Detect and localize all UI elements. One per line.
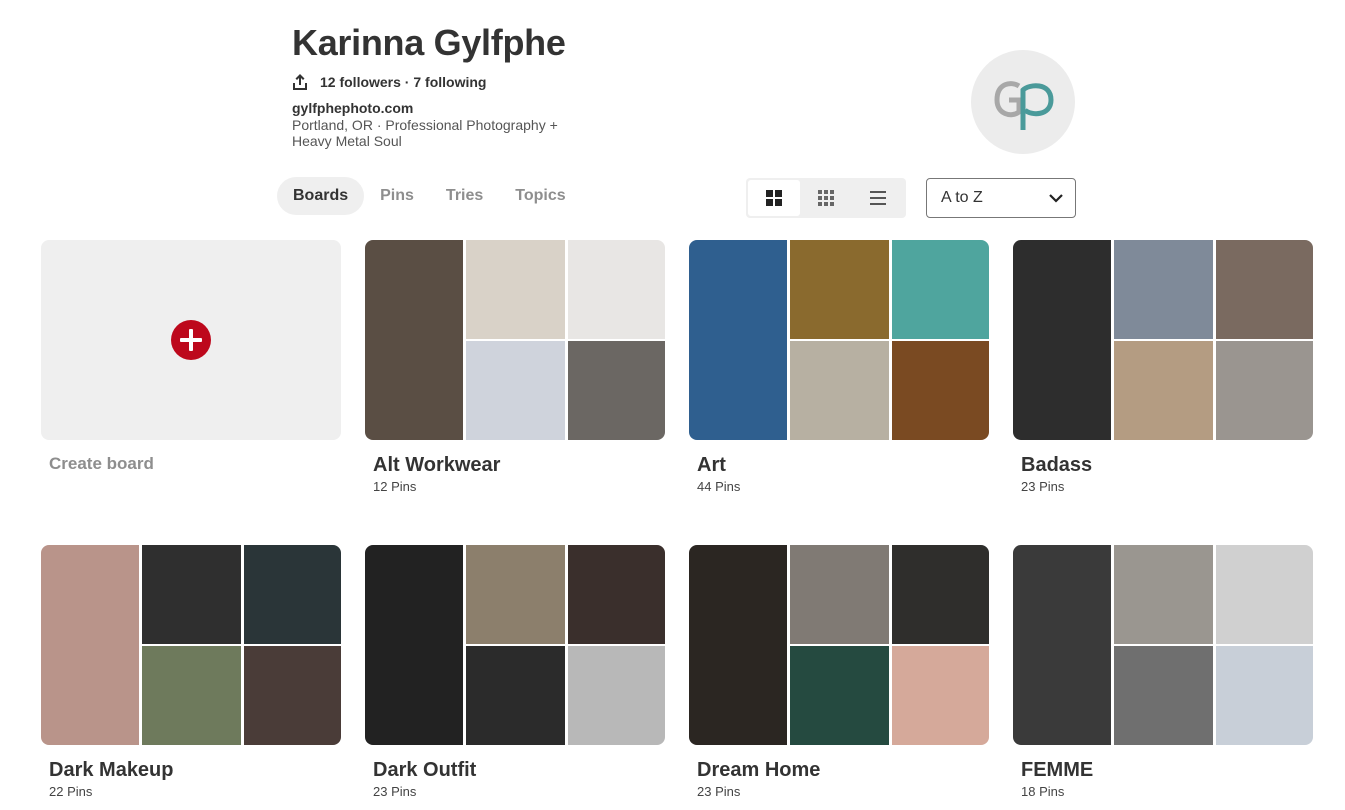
tab-pins[interactable]: Pins: [364, 177, 430, 215]
board-card-dark-makeup[interactable]: Dark Makeup 22 Pins: [41, 545, 341, 799]
small-grid-view-button[interactable]: [800, 180, 852, 216]
board-cover-image: [1114, 341, 1213, 440]
board-cover-image: [689, 240, 787, 440]
board-cover-image: [1114, 545, 1213, 644]
board-card-badass[interactable]: Badass 23 Pins: [1013, 240, 1313, 494]
small-grid-icon: [818, 190, 834, 206]
board-cover-image: [466, 545, 565, 644]
chevron-down-icon: [1049, 193, 1063, 203]
board-cover-image: [1216, 545, 1313, 644]
board-title[interactable]: Dream Home: [697, 759, 820, 782]
board-pin-count: 18 Pins: [1021, 784, 1065, 799]
board-cover-image: [790, 341, 889, 440]
board-pin-count: 23 Pins: [697, 784, 741, 799]
avatar[interactable]: [971, 50, 1075, 154]
board-cover-image: [892, 545, 989, 644]
board-cover-image: [142, 646, 241, 745]
board-cover-image: [142, 545, 241, 644]
board-cover: [689, 240, 989, 440]
list-view-icon: [870, 191, 886, 205]
board-pin-count: 23 Pins: [373, 784, 417, 799]
board-cover-image: [892, 240, 989, 339]
board-title[interactable]: Dark Outfit: [373, 759, 476, 782]
board-cover-image: [365, 240, 463, 440]
create-board-card[interactable]: Create board: [41, 240, 341, 473]
sort-selected-value: A to Z: [941, 189, 983, 206]
followers-following-link[interactable]: 12 followers · 7 following: [320, 74, 486, 90]
tab-topics[interactable]: Topics: [499, 177, 581, 215]
board-pin-count: 22 Pins: [49, 784, 93, 799]
board-cover-image: [244, 545, 341, 644]
large-grid-view-button[interactable]: [748, 180, 800, 216]
large-grid-icon: [766, 190, 782, 206]
board-cover-image: [1216, 646, 1313, 745]
board-card-art[interactable]: Art 44 Pins: [689, 240, 989, 494]
view-toggle: [746, 178, 906, 218]
board-title[interactable]: Alt Workwear: [373, 454, 500, 477]
board-cover-image: [244, 646, 341, 745]
tab-boards[interactable]: Boards: [277, 177, 365, 215]
board-cover-image: [892, 341, 989, 440]
board-cover-image: [568, 646, 665, 745]
create-board-label: Create board: [49, 454, 154, 473]
tab-tries[interactable]: Tries: [430, 177, 499, 215]
profile-about: Portland, OR · Professional Photography …: [292, 117, 572, 149]
board-title[interactable]: Dark Makeup: [49, 759, 174, 782]
list-view-button[interactable]: [852, 180, 904, 216]
gp-logo-icon: [994, 81, 1054, 130]
board-cover-image: [689, 545, 787, 745]
share-icon[interactable]: [292, 73, 308, 91]
board-card-alt-workwear[interactable]: Alt Workwear 12 Pins: [365, 240, 665, 494]
board-pin-count: 44 Pins: [697, 479, 741, 494]
board-cover-image: [1114, 646, 1213, 745]
board-card-dream-home[interactable]: Dream Home 23 Pins: [689, 545, 989, 799]
board-cover-image: [568, 341, 665, 440]
profile-tabs: Boards Pins Tries Topics: [277, 177, 582, 215]
board-card-femme[interactable]: FEMME 18 Pins: [1013, 545, 1313, 799]
board-title[interactable]: FEMME: [1021, 759, 1093, 782]
board-cover: [689, 545, 989, 745]
board-cover-image: [1216, 240, 1313, 339]
board-cover: [365, 545, 665, 745]
board-title[interactable]: Art: [697, 454, 726, 477]
board-pin-count: 12 Pins: [373, 479, 417, 494]
create-board-area[interactable]: [41, 240, 341, 440]
board-cover-image: [568, 240, 665, 339]
board-cover-image: [466, 341, 565, 440]
profile-about-line: Heavy Metal Soul: [292, 133, 402, 149]
board-cover-image: [365, 545, 463, 745]
board-cover-image: [790, 240, 889, 339]
board-cover-image: [1114, 240, 1213, 339]
board-cover-image: [1013, 240, 1111, 440]
board-cover-image: [790, 545, 889, 644]
plus-circle-icon[interactable]: [171, 320, 211, 360]
profile-stats-row: 12 followers · 7 following: [292, 72, 486, 92]
profile-about-line: Portland, OR · Professional Photography …: [292, 117, 558, 133]
board-cover: [1013, 240, 1313, 440]
board-cover-image: [466, 646, 565, 745]
board-cover-image: [41, 545, 139, 745]
profile-page: Karinna Gylfphe 12 followers · 7 followi…: [0, 0, 1345, 810]
board-cover-image: [1216, 341, 1313, 440]
board-cover-image: [568, 545, 665, 644]
sort-dropdown[interactable]: A to Z: [926, 178, 1076, 218]
board-title[interactable]: Badass: [1021, 454, 1092, 477]
board-cover: [365, 240, 665, 440]
board-cover: [1013, 545, 1313, 745]
board-cover: [41, 545, 341, 745]
profile-website-link[interactable]: gylfphephoto.com: [292, 100, 413, 116]
board-card-dark-outfit[interactable]: Dark Outfit 23 Pins: [365, 545, 665, 799]
profile-name: Karinna Gylfphe: [292, 22, 566, 63]
board-cover-image: [466, 240, 565, 339]
board-cover-image: [892, 646, 989, 745]
board-pin-count: 23 Pins: [1021, 479, 1065, 494]
board-cover-image: [790, 646, 889, 745]
board-cover-image: [1013, 545, 1111, 745]
